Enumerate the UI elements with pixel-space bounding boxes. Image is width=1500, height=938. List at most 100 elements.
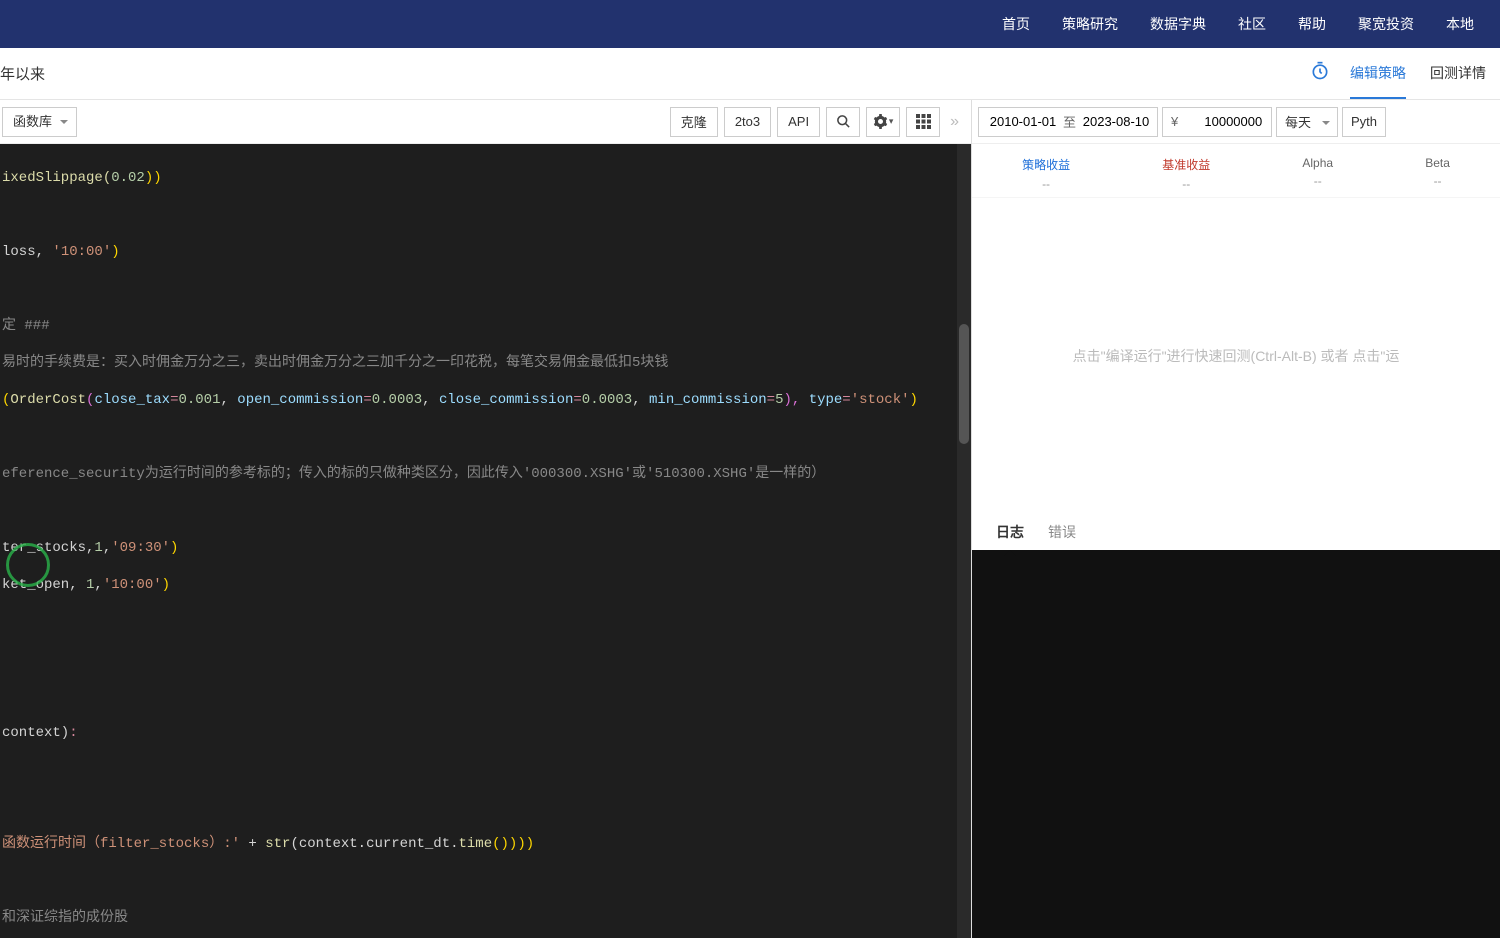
language-select[interactable]: Pyth	[1342, 107, 1386, 137]
code-text: )	[170, 540, 178, 556]
currency-icon: ¥	[1171, 114, 1184, 129]
cash-input[interactable]	[1184, 114, 1262, 129]
code-text: ))	[145, 170, 162, 186]
metric-value: --	[1022, 177, 1070, 191]
backtest-placeholder: 点击"编译运行"进行快速回测(Ctrl-Alt-B) 或者 点击"运	[972, 198, 1500, 514]
code-text: )	[910, 392, 918, 408]
metric-label: 基准收益	[1162, 156, 1210, 173]
nav-strategy-research[interactable]: 策略研究	[1046, 0, 1134, 48]
2to3-button[interactable]: 2to3	[724, 107, 771, 137]
code-text: time	[459, 836, 493, 852]
metric-strategy-return: 策略收益 --	[1022, 156, 1070, 191]
cash-input-box[interactable]: ¥	[1162, 107, 1272, 137]
nav-home[interactable]: 首页	[986, 0, 1046, 48]
frequency-select[interactable]: 每天	[1276, 107, 1338, 137]
code-text: 'stock'	[851, 392, 910, 408]
code-text: =	[767, 392, 775, 408]
editor-scrollbar[interactable]	[957, 144, 971, 938]
top-navbar: 首页 策略研究 数据字典 社区 帮助 聚宽投资 本地	[0, 0, 1500, 48]
code-text: '09:30'	[111, 540, 170, 556]
code-comment: 定 ###	[2, 318, 50, 334]
code-text: 函数运行时间（filter_stocks）:'	[2, 836, 240, 852]
code-text: ixedSlippage(	[2, 170, 111, 186]
code-text: '10:00'	[103, 577, 162, 593]
metric-label: Alpha	[1302, 156, 1333, 170]
code-comment: 和深证综指的成份股	[2, 910, 128, 926]
sub-toolbar: 年以来 编辑策略 回测详情	[0, 48, 1500, 100]
code-comment: 易时的手续费是：买入时佣金万分之三，卖出时佣金万分之三加千分之一印花税，每笔交易…	[2, 355, 668, 371]
code-text: str	[265, 836, 290, 852]
code-text: ,	[632, 392, 649, 408]
scrollbar-thumb[interactable]	[959, 324, 969, 444]
code-text: (context.current_dt.	[290, 836, 458, 852]
code-text: ,	[94, 577, 102, 593]
nav-help[interactable]: 帮助	[1282, 0, 1342, 48]
code-text: ,	[103, 540, 111, 556]
code-text: =	[363, 392, 371, 408]
clone-button[interactable]: 克隆	[670, 107, 718, 137]
code-text: )	[162, 577, 170, 593]
code-text: loss,	[2, 244, 52, 260]
code-text: 1	[94, 540, 102, 556]
code-text: ket_open,	[2, 577, 86, 593]
nav-community[interactable]: 社区	[1222, 0, 1282, 48]
nav-data-dict[interactable]: 数据字典	[1134, 0, 1222, 48]
timer-icon[interactable]	[1310, 61, 1330, 87]
code-text: ,	[422, 392, 439, 408]
metric-label: 策略收益	[1022, 156, 1070, 173]
api-button[interactable]: API	[777, 107, 820, 137]
backtest-params: 至 ¥ 每天 Pyth	[972, 100, 1500, 144]
metric-alpha: Alpha --	[1302, 156, 1333, 191]
code-text: 0.02	[111, 170, 145, 186]
metric-label: Beta	[1425, 156, 1450, 170]
code-text: )	[526, 836, 534, 852]
metric-value: --	[1302, 174, 1333, 188]
tab-backtest-detail[interactable]: 回测详情	[1430, 49, 1486, 99]
metric-value: --	[1425, 174, 1450, 188]
code-text: open_commission	[237, 392, 363, 408]
log-output[interactable]	[972, 550, 1500, 938]
metric-value: --	[1162, 177, 1210, 191]
log-panel: 日志 错误	[972, 514, 1500, 938]
code-text: close_tax	[94, 392, 170, 408]
code-text: )	[111, 244, 119, 260]
date-to-input[interactable]	[1080, 114, 1152, 129]
code-text: 0.001	[178, 392, 220, 408]
nav-joinquant-invest[interactable]: 聚宽投资	[1342, 0, 1430, 48]
code-text: close_commission	[439, 392, 573, 408]
code-text: 0.0003	[372, 392, 422, 408]
code-text: ,	[220, 392, 237, 408]
date-from-input[interactable]	[987, 114, 1059, 129]
code-comment: eference_security为运行时间的参考标的；传入的标的只做种类区分，…	[2, 466, 825, 482]
code-text: :	[69, 725, 77, 741]
function-library-dropdown[interactable]: 函数库	[2, 107, 77, 137]
grid-button[interactable]	[906, 107, 940, 137]
code-text: =	[573, 392, 581, 408]
tab-log[interactable]: 日志	[996, 522, 1024, 550]
search-button[interactable]	[826, 107, 860, 137]
nav-local[interactable]: 本地	[1430, 0, 1490, 48]
metric-benchmark-return: 基准收益 --	[1162, 156, 1210, 191]
collapse-right-icon[interactable]: »	[946, 113, 963, 131]
code-text: context)	[2, 725, 69, 741]
editor-pane: 函数库 克隆 2to3 API ▾ » ixedSlippage(0.02)) …	[0, 100, 972, 938]
code-text: ter_stocks,	[2, 540, 94, 556]
code-text: =	[842, 392, 850, 408]
code-text: ()))	[492, 836, 526, 852]
code-editor[interactable]: ixedSlippage(0.02)) loss, '10:00') 定 ###…	[0, 144, 971, 938]
tab-error[interactable]: 错误	[1048, 522, 1076, 550]
code-text: '10:00'	[52, 244, 111, 260]
code-text: type	[809, 392, 843, 408]
tab-edit-strategy[interactable]: 编辑策略	[1350, 49, 1406, 99]
code-text: OrderCost	[10, 392, 86, 408]
settings-button[interactable]: ▾	[866, 107, 900, 137]
code-text: +	[240, 836, 265, 852]
metric-beta: Beta --	[1425, 156, 1450, 191]
page-title-suffix: 年以来	[0, 63, 45, 84]
editor-toolbar: 函数库 克隆 2to3 API ▾ »	[0, 100, 971, 144]
code-text: 0.0003	[582, 392, 632, 408]
code-text: min_commission	[649, 392, 767, 408]
result-pane: 至 ¥ 每天 Pyth 策略收益 -- 基准收益 -- Alpha -- Beta --…	[972, 100, 1500, 938]
date-range-input[interactable]: 至	[978, 107, 1158, 137]
metrics-row: 策略收益 -- 基准收益 -- Alpha -- Beta --	[972, 144, 1500, 198]
